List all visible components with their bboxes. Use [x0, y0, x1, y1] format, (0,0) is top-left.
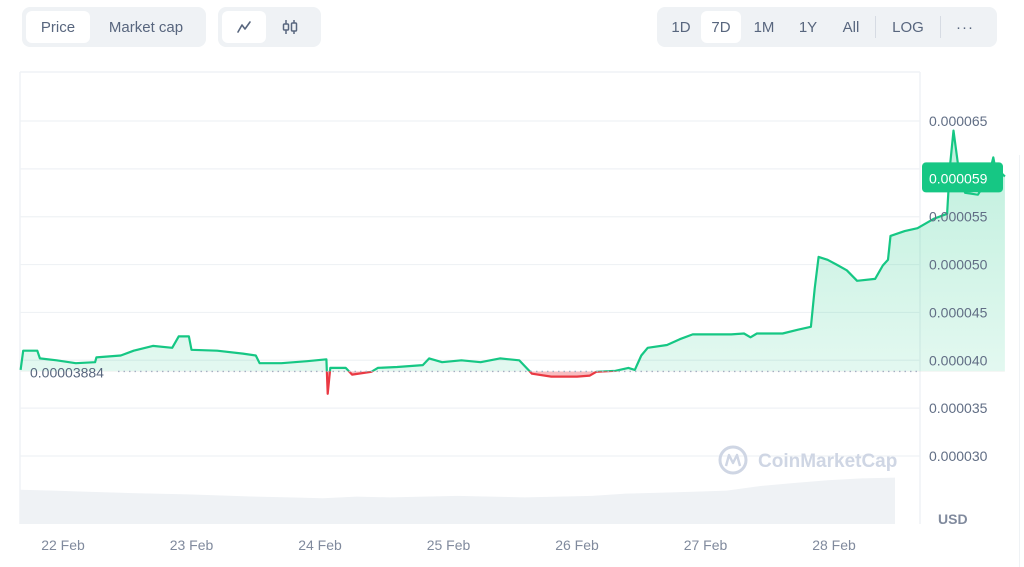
y-tick-label: 0.000030: [929, 448, 988, 464]
y-tick-label: 0.000050: [929, 257, 988, 273]
x-tick-label: 28 Feb: [812, 537, 856, 553]
x-tick-label: 27 Feb: [684, 537, 728, 553]
currency-label: USD: [938, 511, 968, 527]
volume-area: [20, 477, 895, 524]
x-tick-label: 23 Feb: [170, 537, 214, 553]
x-tick-label: 22 Feb: [41, 537, 85, 553]
coinmarketcap-watermark: CoinMarketCap: [718, 445, 897, 475]
y-tick-label: 0.000040: [929, 352, 988, 368]
watermark-text: CoinMarketCap: [758, 451, 897, 472]
y-tick-label: 0.000055: [929, 209, 988, 225]
current-price-label: 0.000059: [929, 170, 988, 186]
x-tick-label: 26 Feb: [555, 537, 599, 553]
x-tick-label: 25 Feb: [427, 537, 471, 553]
y-tick-label: 0.000035: [929, 400, 988, 416]
y-tick-label: 0.000065: [929, 113, 988, 129]
baseline-label: 0.00003884: [30, 364, 104, 380]
y-tick-label: 0.000045: [929, 304, 988, 320]
price-chart[interactable]: CoinMarketCap 0.00003884 0.000030 0.00003…: [0, 0, 1024, 567]
x-tick-label: 24 Feb: [298, 537, 342, 553]
